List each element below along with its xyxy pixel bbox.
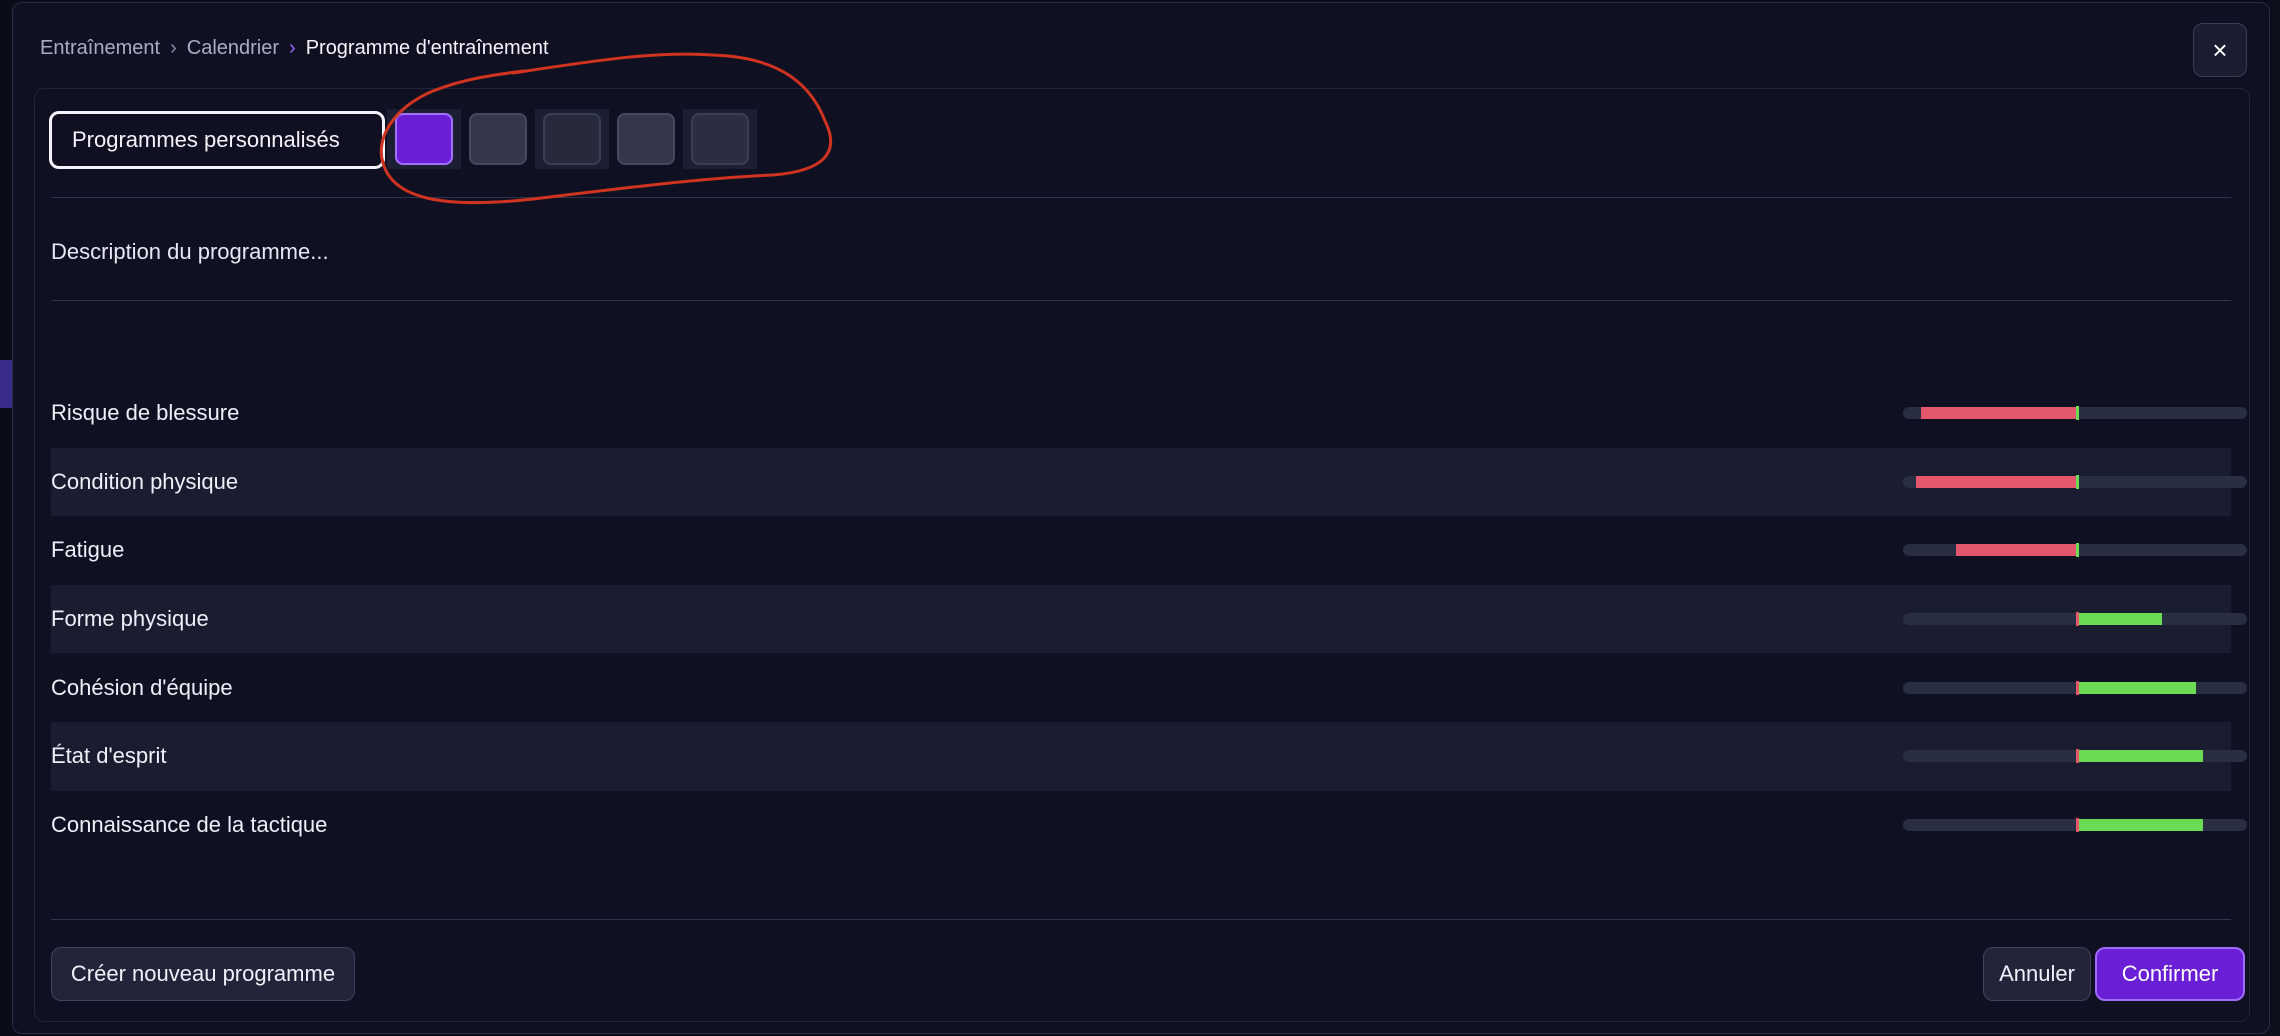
stat-row: Condition physique [51, 447, 2247, 517]
program-stats-list: Risque de blessure Condition physique Fati… [51, 379, 2247, 860]
stat-bar-marker [2076, 817, 2079, 832]
swatch-cell [683, 109, 757, 169]
breadcrumb: Entraînement › Calendrier › Programme d'… [40, 37, 549, 60]
program-panel: Programmes personnalisés Description du … [34, 88, 2250, 1022]
stat-bar [1903, 749, 2247, 764]
stat-bar [1903, 612, 2247, 627]
stat-bar-fill [2077, 681, 2196, 694]
stat-bar-marker [2076, 474, 2079, 489]
divider [51, 919, 2231, 920]
program-swatch-5[interactable] [691, 113, 749, 165]
breadcrumb-item-calendar[interactable]: Calendrier [187, 37, 279, 60]
program-swatch-2[interactable] [469, 113, 527, 165]
program-swatch-4[interactable] [617, 113, 675, 165]
program-description: Description du programme... [51, 239, 329, 264]
stat-bar [1903, 474, 2247, 489]
stat-bar-fill [1956, 544, 2077, 557]
stat-bar-fill [2077, 750, 2203, 763]
chevron-right-icon: › [289, 37, 296, 59]
swatch-cell [387, 109, 461, 169]
training-program-modal: Entraînement › Calendrier › Programme d'… [12, 2, 2270, 1034]
stat-bar-marker [2076, 406, 2079, 421]
stat-row: Forme physique [51, 584, 2247, 654]
swatch-cell [609, 109, 683, 169]
close-button[interactable]: × [2193, 23, 2247, 77]
stat-bar-marker [2076, 749, 2079, 764]
stat-label: État d'esprit [51, 743, 167, 769]
stat-bar-marker [2076, 612, 2079, 627]
stat-bar [1903, 543, 2247, 558]
stat-row: Cohésion d'équipe [51, 653, 2247, 722]
breadcrumb-item-current: Programme d'entraînement [305, 37, 549, 59]
stat-label: Condition physique [51, 468, 239, 494]
create-program-button[interactable]: Créer nouveau programme [51, 947, 355, 1001]
stat-row: Fatigue [51, 516, 2247, 585]
stat-row: Risque de blessure [51, 379, 2247, 448]
stat-bar [1903, 680, 2247, 695]
cancel-button[interactable]: Annuler [1983, 947, 2091, 1001]
stat-label: Cohésion d'équipe [51, 674, 233, 700]
confirm-button[interactable]: Confirmer [2095, 947, 2245, 1001]
stat-bar [1903, 817, 2247, 832]
stat-label: Connaissance de la tactique [51, 811, 328, 837]
stat-bar-fill [1920, 407, 2077, 420]
stat-bar-marker [2076, 543, 2079, 558]
stat-label: Fatigue [51, 537, 125, 563]
program-swatch-1[interactable] [395, 113, 453, 165]
breadcrumb-item-training[interactable]: Entraînement [40, 37, 160, 60]
program-swatch-list [387, 109, 757, 169]
swatch-cell [461, 109, 535, 169]
stat-row: État d'esprit [51, 721, 2247, 791]
program-swatch-3[interactable] [543, 113, 601, 165]
program-category-label: Programmes personnalisés [72, 127, 340, 152]
stat-row: Connaissance de la tactique [51, 791, 2247, 860]
divider [51, 197, 2231, 198]
close-icon: × [2212, 34, 2228, 65]
stat-label: Forme physique [51, 606, 209, 632]
stat-bar-fill [2077, 613, 2162, 626]
program-category-select[interactable]: Programmes personnalisés [49, 111, 385, 169]
stat-bar-fill [2077, 818, 2203, 831]
stat-bar-marker [2076, 680, 2079, 695]
swatch-cell [535, 109, 609, 169]
chevron-right-icon: › [170, 37, 177, 59]
stat-bar [1903, 406, 2247, 421]
stat-label: Risque de blessure [51, 400, 240, 426]
stat-bar-fill [1915, 475, 2077, 488]
divider [51, 300, 2231, 301]
background-accent [0, 360, 12, 408]
